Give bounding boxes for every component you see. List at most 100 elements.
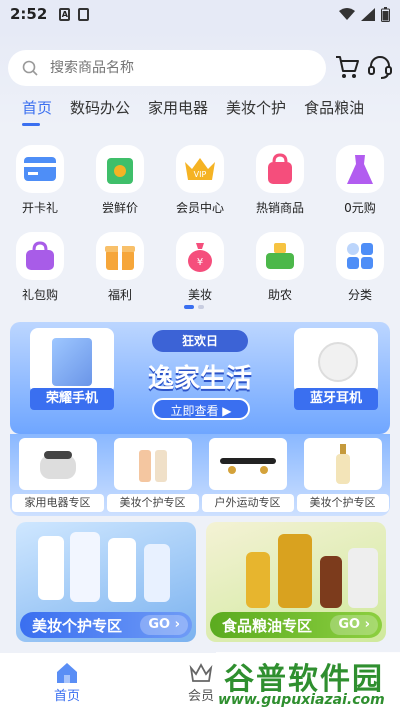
beauty-go-button[interactable]: GO › xyxy=(140,615,188,635)
category-help-farmers[interactable]: 助农 xyxy=(240,232,320,303)
zone-appliances[interactable]: 家用电器专区 xyxy=(11,438,104,516)
zone-beauty[interactable]: 美妆个护专区 xyxy=(106,438,199,516)
product-bottle xyxy=(38,536,64,600)
vip-crown-icon: VIP xyxy=(185,158,215,180)
rice-cooker-image xyxy=(18,438,97,490)
nav-home[interactable]: 首页 xyxy=(0,653,134,711)
oil-bottle xyxy=(246,552,270,608)
wifi-icon xyxy=(339,8,355,20)
promo-banner[interactable]: 荣耀手机 蓝牙耳机 狂欢日 逸家生活 立即查看 ▶ xyxy=(10,322,390,434)
phone-label: 荣耀手机 xyxy=(30,388,114,410)
card-icon xyxy=(24,157,56,181)
indicator-dot xyxy=(198,305,204,309)
zone-label: 美妆个护专区 xyxy=(296,494,389,512)
nav-home-label: 首页 xyxy=(53,688,80,704)
tab-appliances[interactable]: 家用电器 xyxy=(139,96,217,126)
earphone-label: 蓝牙耳机 xyxy=(294,388,378,410)
beauty-zone-card[interactable]: 美妆个护专区 GO › xyxy=(16,522,196,642)
category-label: 分类 xyxy=(347,288,372,302)
signal-icon xyxy=(361,7,375,21)
category-label: 会员中心 xyxy=(175,201,224,215)
skateboard-image xyxy=(208,438,287,490)
header: 首页 数码办公 家用电器 美妆个护 食品粮油 xyxy=(0,28,400,128)
category-gift-pack[interactable]: 礼包购 xyxy=(0,232,80,303)
nav-member-label: 会员 xyxy=(187,688,214,704)
go-label: GO xyxy=(338,617,361,632)
search-input[interactable] xyxy=(50,60,270,76)
category-grid: 开卡礼 尝鲜价 VIP 会员中心 热销商品 0元购 礼包购 福利 ¥ 美妆 助农… xyxy=(0,145,400,303)
zone-row: 家用电器专区 美妆个护专区 户外运动专区 美妆个护专区 xyxy=(10,434,390,516)
food-zone-label: 食品粮油专区 xyxy=(222,616,313,635)
category-beauty[interactable]: ¥ 美妆 xyxy=(160,232,240,303)
product-bottle xyxy=(108,538,136,602)
category-label: 福利 xyxy=(107,288,132,302)
zone-outdoor[interactable]: 户外运动专区 xyxy=(201,438,294,516)
go-label: GO xyxy=(148,617,171,632)
food-zone-card[interactable]: 食品粮油专区 GO › xyxy=(206,522,386,642)
category-label: 美妆 xyxy=(187,288,212,302)
category-label: 热销商品 xyxy=(255,201,304,215)
banner-tag: 狂欢日 xyxy=(152,330,248,352)
category-classify[interactable]: 分类 xyxy=(320,232,400,303)
grid-icon xyxy=(347,243,373,269)
category-label: 礼包购 xyxy=(21,288,58,302)
gift-box-icon xyxy=(105,246,135,270)
tab-food-oil[interactable]: 食品粮油 xyxy=(295,96,373,126)
rice-cooker xyxy=(348,548,378,608)
dress-icon xyxy=(347,155,373,184)
home-icon xyxy=(57,662,77,683)
food-zone-bar: 食品粮油专区 GO › xyxy=(210,612,382,638)
category-tabs: 首页 数码办公 家用电器 美妆个护 食品粮油 xyxy=(0,96,400,126)
tab-digital-office[interactable]: 数码办公 xyxy=(61,96,139,126)
phone-product-image xyxy=(30,328,114,394)
search-bar[interactable] xyxy=(8,50,326,86)
shampoo-image xyxy=(113,438,192,490)
view-now-button[interactable]: 立即查看 ▶ xyxy=(152,398,250,420)
category-label: 尝鲜价 xyxy=(101,201,138,215)
tab-home[interactable]: 首页 xyxy=(0,96,61,126)
status-bar: 2:52 A xyxy=(0,0,400,28)
earphone-product-image xyxy=(294,328,378,394)
battery-icon xyxy=(381,6,390,22)
category-zero-buy[interactable]: 0元购 xyxy=(320,145,400,216)
product-bottle xyxy=(70,532,100,602)
category-fresh-price[interactable]: 尝鲜价 xyxy=(80,145,160,216)
tab-beauty[interactable]: 美妆个护 xyxy=(217,96,295,126)
sauce-bottle xyxy=(320,556,342,608)
cart-icon[interactable] xyxy=(334,54,360,80)
svg-text:VIP: VIP xyxy=(194,170,207,179)
zone-label: 美妆个护专区 xyxy=(106,494,199,512)
hot-bag-icon xyxy=(268,153,292,184)
indicator-dot-active xyxy=(184,305,194,309)
serum-image xyxy=(303,438,382,490)
watermark: 谷普软件园 www.gupuxiazai.com xyxy=(216,652,400,711)
sim-icon xyxy=(78,7,90,21)
zone-beauty-2[interactable]: 美妆个护专区 xyxy=(296,438,389,516)
product-bottle xyxy=(144,544,170,602)
zone-label: 家用电器专区 xyxy=(11,494,104,512)
category-label: 助农 xyxy=(267,288,292,302)
view-now-label: 立即查看 xyxy=(170,404,219,418)
page-indicator xyxy=(184,305,204,309)
category-label: 开卡礼 xyxy=(21,201,58,215)
status-time: 2:52 xyxy=(10,5,48,23)
category-welfare[interactable]: 福利 xyxy=(80,232,160,303)
basket-icon xyxy=(266,243,294,269)
beauty-zone-label: 美妆个护专区 xyxy=(32,616,123,635)
category-member-center[interactable]: VIP 会员中心 xyxy=(160,145,240,216)
zone-label: 户外运动专区 xyxy=(201,494,294,512)
category-open-card[interactable]: 开卡礼 xyxy=(0,145,80,216)
food-go-button[interactable]: GO › xyxy=(330,615,378,635)
banner-title: 逸家生活 xyxy=(147,364,252,394)
svg-text:¥: ¥ xyxy=(197,257,203,268)
beauty-zone-bar: 美妆个护专区 GO › xyxy=(20,612,192,638)
notification-a-icon: A xyxy=(59,7,71,21)
watermark-url: www.gupuxiazai.com xyxy=(218,692,385,708)
category-label: 0元购 xyxy=(344,201,376,215)
gift-bag-icon xyxy=(26,241,54,270)
crown-icon xyxy=(189,662,213,682)
oil-bottle xyxy=(278,534,312,608)
category-hot-sale[interactable]: 热销商品 xyxy=(240,145,320,216)
fresh-bag-icon xyxy=(107,158,133,184)
customer-service-icon[interactable] xyxy=(367,54,393,80)
